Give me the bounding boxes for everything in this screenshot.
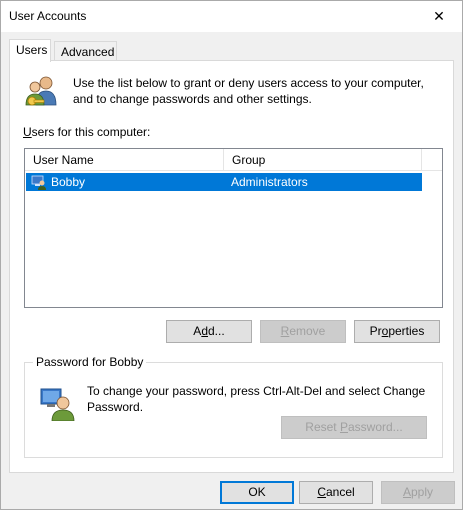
row-group: Administrators	[231, 175, 308, 189]
cancel-button[interactable]: Cancel	[299, 481, 373, 504]
apply-button[interactable]: Apply	[381, 481, 455, 504]
apply-button-label: pply	[411, 485, 434, 499]
list-row[interactable]: Bobby Administrators	[26, 173, 422, 191]
window-title: User Accounts	[9, 9, 87, 23]
apply-button-mnemonic: A	[402, 485, 411, 499]
users-list[interactable]: User Name Group Bobby Administrators	[24, 148, 443, 308]
properties-button[interactable]: Properties	[354, 320, 440, 343]
column-header-group[interactable]: Group	[224, 149, 422, 171]
intro-text: Use the list below to grant or deny user…	[73, 76, 424, 106]
reset-password-label-a: Reset	[305, 420, 340, 434]
users-key-icon	[25, 76, 57, 106]
remove-button[interactable]: Remove	[260, 320, 346, 343]
user-computer-icon	[31, 175, 46, 190]
column-header-user-name[interactable]: User Name	[25, 149, 224, 171]
add-button-mnemonic: d	[201, 324, 208, 338]
ok-button[interactable]: OK	[220, 481, 294, 504]
title-bar: User Accounts ✕	[1, 1, 462, 32]
properties-button-label-a: Pr	[369, 324, 382, 338]
list-header: User Name Group	[25, 149, 442, 171]
tab-advanced[interactable]: Advanced	[54, 41, 117, 61]
tab-users[interactable]: Users	[9, 39, 51, 62]
close-button[interactable]: ✕	[416, 1, 462, 32]
cancel-button-label: ancel	[325, 485, 355, 499]
add-button[interactable]: Add...	[166, 320, 252, 343]
password-instructions: To change your password, press Ctrl-Alt-…	[87, 384, 426, 414]
properties-button-label-b: perties	[388, 324, 425, 338]
users-list-label-rest: sers for this computer:	[31, 125, 151, 139]
user-password-icon	[40, 388, 75, 421]
users-tab-panel: Use the list below to grant or deny user…	[9, 60, 454, 473]
users-list-label-mnemonic: U	[23, 125, 32, 139]
reset-password-mnemonic: P	[339, 420, 348, 434]
cancel-button-mnemonic: C	[317, 485, 326, 499]
reset-password-label-b: assword...	[348, 420, 403, 434]
users-list-label: Users for this computer:	[23, 125, 150, 139]
password-groupbox: Password for Bobby To change your passwo…	[24, 355, 443, 458]
password-group-label: Password for Bobby	[33, 355, 147, 369]
remove-button-label: emove	[289, 324, 326, 338]
reset-password-button[interactable]: Reset Password...	[281, 416, 427, 439]
row-user-name: Bobby	[51, 175, 86, 189]
tab-users-label: Users	[16, 43, 48, 57]
tab-advanced-label: Advanced	[61, 45, 115, 59]
remove-button-mnemonic: R	[280, 324, 290, 338]
close-icon: ✕	[433, 8, 445, 24]
add-button-label-b: d...	[208, 324, 225, 338]
user-accounts-window: User Accounts ✕ Users Advanced Use the l…	[0, 0, 463, 510]
